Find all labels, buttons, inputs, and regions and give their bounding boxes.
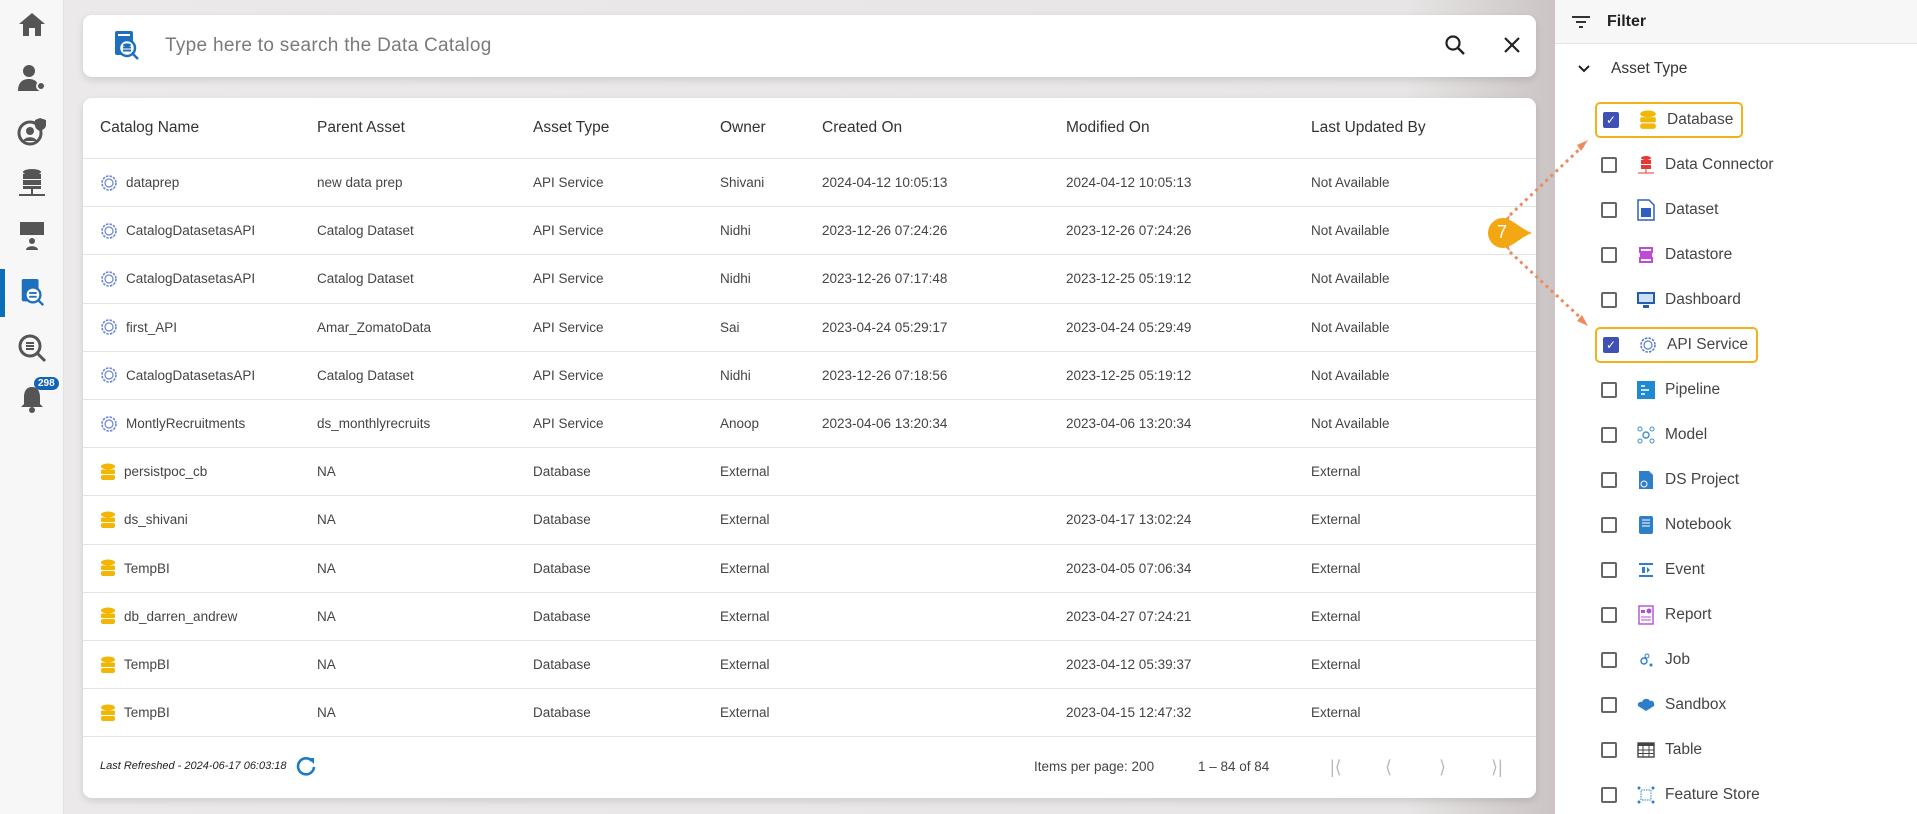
- annotation-arrows: [1501, 140, 1588, 326]
- annotation-number: 7: [1497, 222, 1508, 242]
- annotation-marker: 7: [1487, 217, 1533, 249]
